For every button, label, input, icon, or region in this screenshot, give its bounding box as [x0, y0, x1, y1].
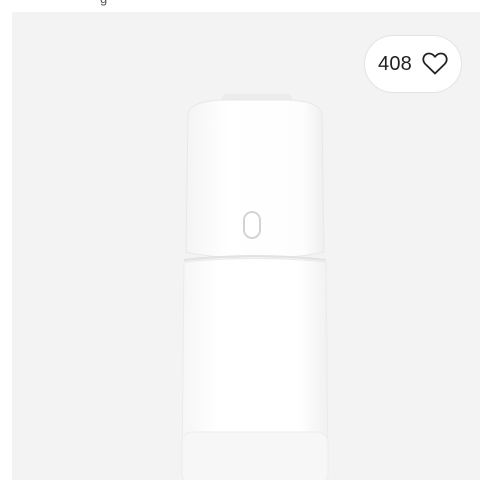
pail-base — [181, 431, 329, 480]
product-page: g — [0, 0, 480, 480]
heart-outline-icon — [422, 52, 448, 75]
product-gallery[interactable]: 408 — [12, 12, 480, 480]
header-partial-text: g — [100, 0, 107, 6]
likes-count: 408 — [378, 52, 412, 75]
like-button[interactable]: 408 — [364, 35, 462, 93]
lid-button — [243, 211, 261, 239]
top-strip: g — [0, 0, 480, 12]
product-image — [181, 94, 329, 480]
